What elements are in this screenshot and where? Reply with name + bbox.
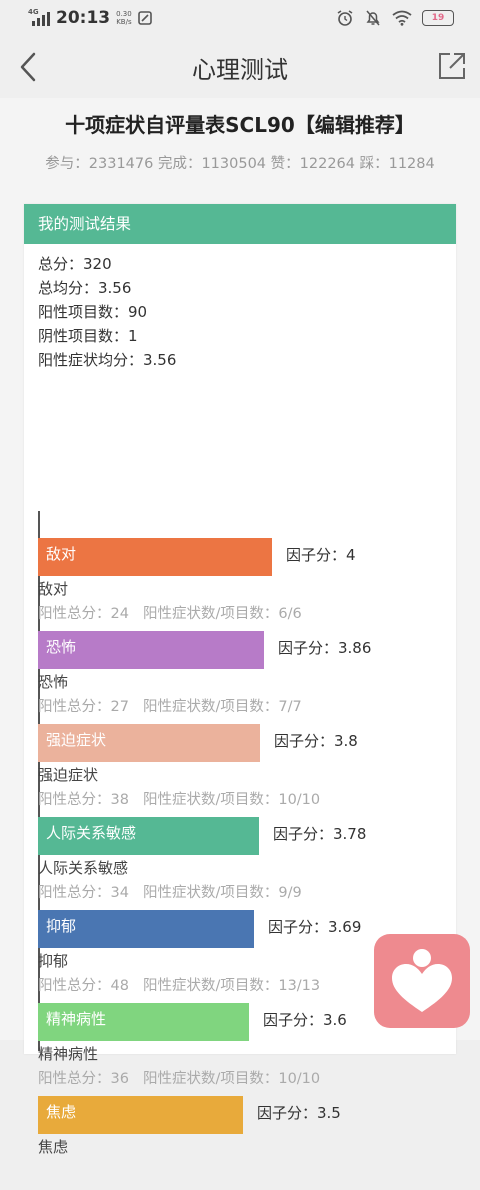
factor-detail: 阳性总分：48 阳性症状数/项目数：13/13 <box>38 974 334 995</box>
status-right: 19 <box>336 9 454 27</box>
factor-symptom-count: 阳性症状数/项目数：6/6 <box>142 606 302 622</box>
mute-bell-icon <box>366 10 380 26</box>
factor-positive-total: 阳性总分：34 <box>38 885 129 901</box>
factor-item: 焦虑 因子分：3.5 焦虑 <box>38 1096 456 1190</box>
test-stats: 参与：2331476 完成：1130504 赞：122264 踩：11284 <box>45 156 435 172</box>
status-bar: 4G 20:13 0.30 KB/s 19 <box>0 0 480 36</box>
factor-score: 因子分：3.78 <box>273 825 367 843</box>
network-speed-value: 0.30 <box>116 10 132 18</box>
factor-symptom-count: 阳性症状数/项目数：10/10 <box>142 792 321 808</box>
factor-symptom-count: 阳性症状数/项目数：13/13 <box>142 978 321 994</box>
factor-bar: 抑郁 <box>38 910 254 948</box>
factor-detail: 阳性总分：36 阳性症状数/项目数：10/10 <box>38 1067 334 1088</box>
factor-item: 恐怖 因子分：3.86 恐怖 阳性总分：27 阳性症状数/项目数：7/7 <box>38 631 456 725</box>
factor-score: 因子分：3.69 <box>268 918 362 936</box>
factor-detail: 阳性总分：27 阳性症状数/项目数：7/7 <box>38 695 316 716</box>
factor-score: 因子分：3.5 <box>257 1104 341 1122</box>
factor-name: 焦虑 <box>38 1138 69 1156</box>
share-button[interactable] <box>436 50 468 82</box>
clock-time: 20:13 <box>56 8 111 28</box>
factor-positive-total: 阳性总分：38 <box>38 792 129 808</box>
factor-detail: 阳性总分：38 阳性症状数/项目数：10/10 <box>38 788 334 809</box>
result-card-header: 我的测试结果 <box>24 204 456 244</box>
negative-item-count: 阴性项目数：1 <box>38 327 138 345</box>
factor-symptom-count: 阳性症状数/项目数：10/10 <box>142 1071 321 1087</box>
factor-bar: 恐怖 <box>38 631 264 669</box>
positive-item-count: 阳性项目数：90 <box>38 303 148 321</box>
factor-score: 因子分：3.6 <box>263 1011 347 1029</box>
factor-positive-total: 阳性总分：48 <box>38 978 129 994</box>
factor-score: 因子分：4 <box>286 546 356 564</box>
wifi-icon <box>392 10 412 26</box>
alarm-icon <box>337 10 353 26</box>
factor-symptom-count: 阳性症状数/项目数：7/7 <box>142 699 302 715</box>
factor-score: 因子分：3.86 <box>278 639 372 657</box>
page-content: 十项症状自评量表SCL90【编辑推荐】 参与：2331476 完成：113050… <box>0 98 480 1156</box>
app-header: 心理测试 <box>0 36 480 98</box>
factor-bar: 焦虑 <box>38 1096 243 1134</box>
factor-name: 精神病性 <box>38 1045 99 1063</box>
test-title: 十项症状自评量表SCL90【编辑推荐】 <box>65 113 415 137</box>
factor-bar: 强迫症状 <box>38 724 260 762</box>
page-title: 心理测试 <box>192 56 288 84</box>
battery-icon: 19 <box>422 10 454 26</box>
heart-person-icon <box>392 949 452 1012</box>
network-speed: 0.30 KB/s <box>116 10 132 26</box>
result-summary: 总分：320 总均分：3.56 阳性项目数：90 阴性项目数：1 阳性症状均分：… <box>38 252 176 372</box>
factor-name: 人际关系敏感 <box>38 859 129 877</box>
factor-name: 强迫症状 <box>38 766 99 784</box>
factor-detail: 阳性总分：34 阳性症状数/项目数：9/9 <box>38 881 316 902</box>
factor-detail <box>38 1160 66 1176</box>
favorite-fab[interactable] <box>374 934 470 1028</box>
battery-level: 19 <box>431 13 445 23</box>
factor-positive-total: 阳性总分：36 <box>38 1071 129 1087</box>
factor-bar: 精神病性 <box>38 1003 249 1041</box>
factor-item: 人际关系敏感 因子分：3.78 人际关系敏感 阳性总分：34 阳性症状数/项目数：… <box>38 817 456 911</box>
factor-score: 因子分：3.8 <box>274 732 358 750</box>
factor-positive-total: 阳性总分：27 <box>38 699 129 715</box>
factor-bar: 敌对 <box>38 538 272 576</box>
share-icon <box>439 53 465 79</box>
result-card: 我的测试结果 总分：320 总均分：3.56 阳性项目数：90 阴性项目数：1 … <box>24 204 456 1156</box>
positive-symptom-average: 阳性症状均分：3.56 <box>38 351 177 369</box>
factor-positive-total: 阳性总分：24 <box>38 606 129 622</box>
signal-icon: 4G <box>28 8 50 26</box>
factor-item: 敌对 因子分：4 敌对 阳性总分：24 阳性症状数/项目数：6/6 <box>38 538 456 632</box>
factor-bar: 人际关系敏感 <box>38 817 259 855</box>
factor-name: 恐怖 <box>38 673 69 691</box>
factor-name: 抑郁 <box>38 952 69 970</box>
status-left: 4G 20:13 0.30 KB/s <box>28 8 152 28</box>
factor-detail: 阳性总分：24 阳性症状数/项目数：6/6 <box>38 602 316 623</box>
nfc-icon <box>137 11 152 25</box>
average-score: 总均分：3.56 <box>38 279 132 297</box>
factor-name: 敌对 <box>38 580 69 598</box>
network-speed-unit: KB/s <box>116 18 132 26</box>
factor-item: 强迫症状 因子分：3.8 强迫症状 阳性总分：38 阳性症状数/项目数：10/10 <box>38 724 456 818</box>
total-score: 总分：320 <box>38 255 112 273</box>
factor-symptom-count: 阳性症状数/项目数：9/9 <box>142 885 302 901</box>
